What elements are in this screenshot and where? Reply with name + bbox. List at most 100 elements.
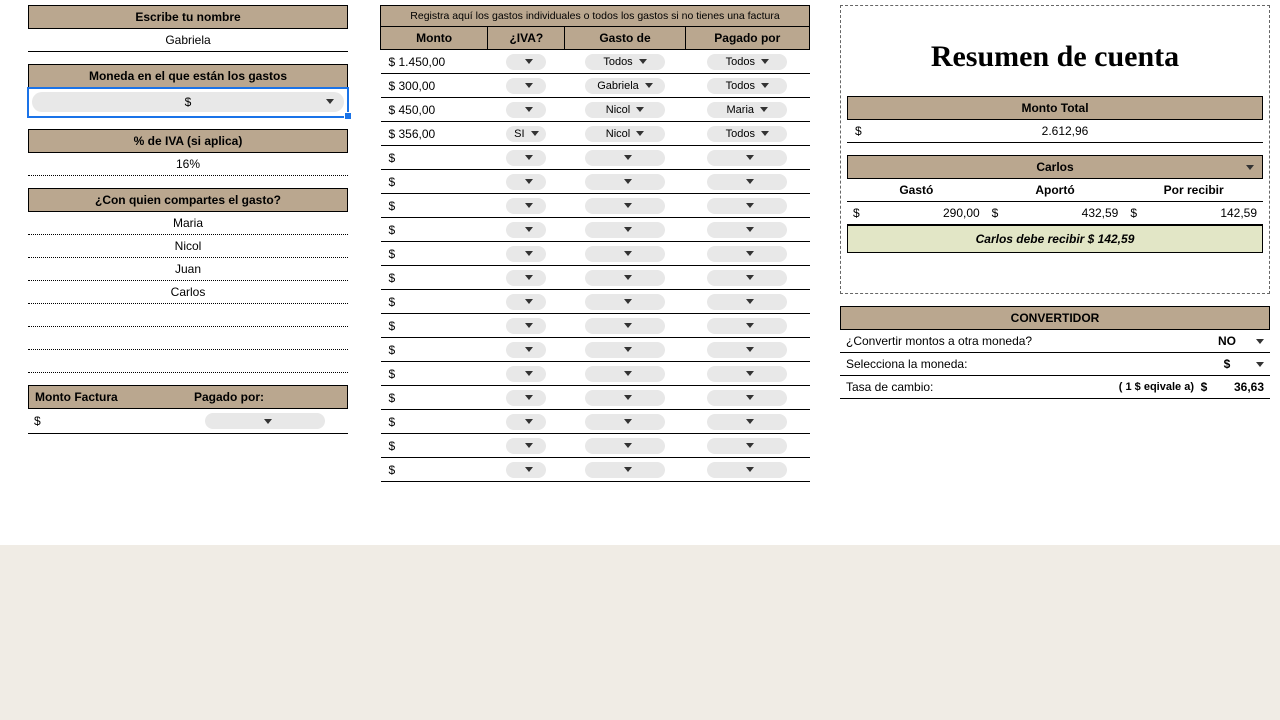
dropdown-pill[interactable] xyxy=(707,318,787,334)
dropdown-pill[interactable] xyxy=(506,54,546,70)
select-cell[interactable] xyxy=(685,218,809,242)
dropdown-pill[interactable] xyxy=(585,150,665,166)
amount-cell[interactable]: $ xyxy=(381,266,488,290)
dropdown-pill[interactable] xyxy=(506,462,546,478)
amount-cell[interactable]: $ 450,00 xyxy=(381,98,488,122)
dropdown-pill[interactable] xyxy=(707,270,787,286)
select-cell[interactable] xyxy=(488,242,565,266)
select-cell[interactable] xyxy=(488,218,565,242)
person-row[interactable] xyxy=(28,327,348,350)
converter-a2[interactable]: $ xyxy=(1202,357,1252,371)
dropdown-pill[interactable] xyxy=(506,438,546,454)
select-cell[interactable] xyxy=(488,194,565,218)
invoice-amount-cell[interactable]: $ xyxy=(34,414,188,428)
dropdown-pill[interactable] xyxy=(506,174,546,190)
select-cell[interactable] xyxy=(488,314,565,338)
amount-cell[interactable]: $ xyxy=(381,290,488,314)
select-cell[interactable] xyxy=(488,362,565,386)
select-cell[interactable] xyxy=(565,458,685,482)
select-cell[interactable]: Todos xyxy=(685,74,809,98)
dropdown-pill[interactable] xyxy=(506,318,546,334)
dropdown-pill[interactable] xyxy=(707,198,787,214)
dropdown-pill[interactable] xyxy=(506,198,546,214)
select-cell[interactable] xyxy=(565,410,685,434)
person-row[interactable]: Nicol xyxy=(28,235,348,258)
select-cell[interactable] xyxy=(565,314,685,338)
select-cell[interactable] xyxy=(565,218,685,242)
select-cell[interactable] xyxy=(685,194,809,218)
select-cell[interactable] xyxy=(488,410,565,434)
select-cell[interactable] xyxy=(565,242,685,266)
select-cell[interactable] xyxy=(565,194,685,218)
dropdown-pill[interactable] xyxy=(506,342,546,358)
person-row[interactable]: Maria xyxy=(28,212,348,235)
expense-row[interactable]: $ xyxy=(381,194,810,218)
dropdown-pill[interactable] xyxy=(506,270,546,286)
select-cell[interactable] xyxy=(565,434,685,458)
select-cell[interactable] xyxy=(685,458,809,482)
dropdown-pill[interactable] xyxy=(506,150,546,166)
dropdown-pill[interactable] xyxy=(707,366,787,382)
converter-q1[interactable]: ¿Convertir montos a otra moneda? NO xyxy=(840,330,1270,353)
expense-row[interactable]: $ 1.450,00TodosTodos xyxy=(381,50,810,74)
dropdown-pill[interactable] xyxy=(707,390,787,406)
dropdown-pill[interactable] xyxy=(585,270,665,286)
dropdown-pill[interactable] xyxy=(585,414,665,430)
expense-row[interactable]: $ xyxy=(381,290,810,314)
select-cell[interactable] xyxy=(565,170,685,194)
dropdown-pill[interactable] xyxy=(707,414,787,430)
select-cell[interactable] xyxy=(565,290,685,314)
expense-row[interactable]: $ xyxy=(381,218,810,242)
dropdown-pill[interactable] xyxy=(585,366,665,382)
expense-row[interactable]: $ xyxy=(381,338,810,362)
expense-row[interactable]: $ xyxy=(381,458,810,482)
dropdown-pill[interactable] xyxy=(585,246,665,262)
dropdown-pill[interactable] xyxy=(585,174,665,190)
amount-cell[interactable]: $ xyxy=(381,458,488,482)
dropdown-pill[interactable] xyxy=(585,198,665,214)
dropdown-pill[interactable]: Nicol xyxy=(585,126,665,142)
amount-cell[interactable]: $ xyxy=(381,386,488,410)
dropdown-pill[interactable] xyxy=(585,342,665,358)
expense-row[interactable]: $ 300,00GabrielaTodos xyxy=(381,74,810,98)
select-cell[interactable] xyxy=(488,338,565,362)
dropdown-pill[interactable] xyxy=(707,294,787,310)
invoice-paidby-select[interactable] xyxy=(205,413,325,429)
select-cell[interactable] xyxy=(565,362,685,386)
dropdown-pill[interactable]: Maria xyxy=(707,102,787,118)
dropdown-pill[interactable]: Todos xyxy=(585,54,665,70)
expense-row[interactable]: $ 356,00SINicolTodos xyxy=(381,122,810,146)
expense-row[interactable]: $ xyxy=(381,410,810,434)
dropdown-pill[interactable] xyxy=(506,246,546,262)
select-cell[interactable] xyxy=(488,50,565,74)
dropdown-pill[interactable] xyxy=(707,462,787,478)
select-cell[interactable]: Todos xyxy=(565,50,685,74)
select-cell[interactable]: Gabriela xyxy=(565,74,685,98)
converter-rate[interactable]: 36,63 xyxy=(1214,380,1264,394)
expense-row[interactable]: $ xyxy=(381,146,810,170)
person-row[interactable] xyxy=(28,304,348,327)
dropdown-pill[interactable] xyxy=(707,438,787,454)
select-cell[interactable] xyxy=(685,170,809,194)
dropdown-pill[interactable]: Todos xyxy=(707,126,787,142)
dropdown-pill[interactable] xyxy=(585,294,665,310)
select-cell[interactable] xyxy=(565,146,685,170)
dropdown-pill[interactable] xyxy=(506,390,546,406)
converter-a1[interactable]: NO xyxy=(1202,334,1252,348)
select-cell[interactable] xyxy=(685,362,809,386)
currency-pill[interactable]: $ xyxy=(32,92,344,112)
select-cell[interactable]: Nicol xyxy=(565,122,685,146)
converter-q3[interactable]: Tasa de cambio: ( 1 $ eqivale a) $ 36,63 xyxy=(840,376,1270,399)
dropdown-pill[interactable]: Todos xyxy=(707,54,787,70)
amount-cell[interactable]: $ xyxy=(381,146,488,170)
dropdown-pill[interactable] xyxy=(506,222,546,238)
dropdown-pill[interactable] xyxy=(707,222,787,238)
amount-cell[interactable]: $ xyxy=(381,242,488,266)
select-cell[interactable] xyxy=(488,386,565,410)
select-cell[interactable] xyxy=(685,290,809,314)
amount-cell[interactable]: $ 356,00 xyxy=(381,122,488,146)
select-cell[interactable] xyxy=(565,266,685,290)
select-cell[interactable] xyxy=(488,434,565,458)
select-cell[interactable] xyxy=(685,242,809,266)
amount-cell[interactable]: $ xyxy=(381,410,488,434)
